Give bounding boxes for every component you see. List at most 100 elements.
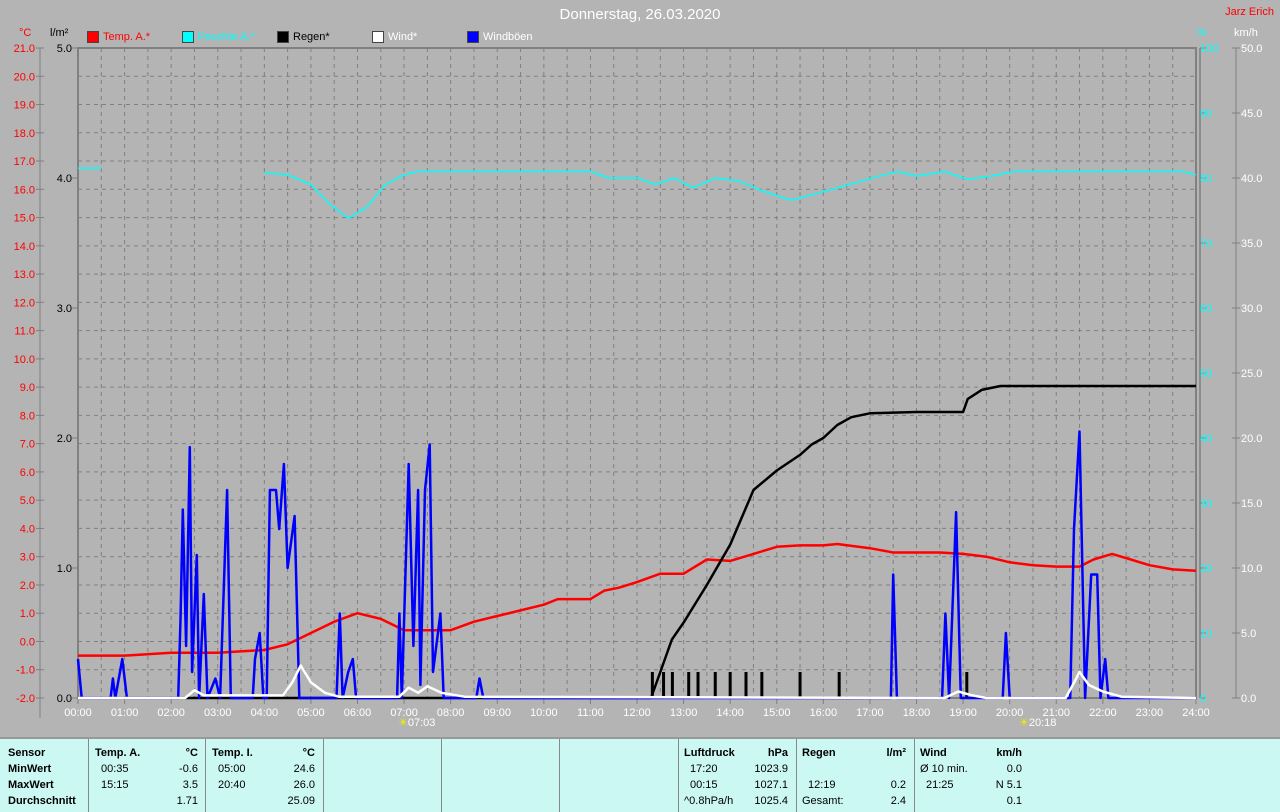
temp-i-min: 24.6: [293, 763, 315, 775]
temp-a-min-time: 00:35: [101, 763, 129, 775]
temp-tick-label: 9.0: [20, 382, 35, 394]
humidity-tick-label: 20: [1200, 563, 1212, 575]
wind-tick-label: 15.0: [1241, 498, 1262, 510]
temp-i-min-time: 05:00: [218, 763, 246, 775]
sunrise-time: 07:03: [407, 717, 436, 729]
row-label-avg: Durchschnitt: [8, 795, 76, 807]
weather-chart: -2.0 -1.0 0.0 1.0 2.0 3.0 4.0 5.0 6.0 7.0 8.0 9.0 10…: [14, 43, 1263, 719]
time-tick-label: 12:00: [623, 707, 651, 719]
time-tick-label: 09:00: [483, 707, 511, 719]
time-tick-label: 01:00: [111, 707, 139, 719]
temp-tick-label: 4.0: [20, 523, 35, 535]
temp-tick-label: 15.0: [14, 213, 35, 225]
rain-max-time: 12:19: [808, 779, 836, 791]
humidity-tick-label: 50: [1200, 368, 1212, 380]
pressure-min: 1023.9: [754, 763, 788, 775]
temp-a-avg: 1.71: [176, 795, 198, 807]
temp-i-unit: °C: [302, 747, 315, 759]
temp-tick-label: 2.0: [20, 580, 35, 592]
wind-tick-label: 45.0: [1241, 108, 1262, 120]
wind-header: Wind: [920, 747, 947, 759]
temp-tick-label: 16.0: [14, 184, 35, 196]
wind-tick-label: 40.0: [1241, 173, 1262, 185]
rain-tick-label: 3.0: [57, 303, 72, 315]
time-tick-label: 05:00: [297, 707, 325, 719]
temp-a-max: 3.5: [182, 779, 198, 791]
temp-tick-label: -1.0: [16, 665, 35, 677]
pressure-min-time: 17:20: [690, 763, 718, 775]
stats-pressure-column: Luftdruck hPa 17:20 1023.9 00:15 1027.1 ^0.…: [684, 739, 790, 812]
sunset-time: 20:18: [1028, 717, 1057, 729]
time-tick-label: 13:00: [670, 707, 698, 719]
temp-tick-label: -2.0: [16, 693, 35, 705]
humidity-tick-label: 80: [1200, 173, 1212, 185]
stats-wind-column: Wind km/h Ø 10 min. 0.0 21:25 N 5.1 0.1: [920, 739, 1026, 812]
pressure-max-time: 00:15: [690, 779, 718, 791]
rain-header: Regen: [802, 747, 836, 759]
row-label-max: MaxWert: [8, 779, 54, 791]
pressure-header: Luftdruck: [684, 747, 735, 759]
rain-tick-label: 4.0: [57, 173, 72, 185]
rain-tick-label: 0.0: [57, 693, 72, 705]
temp-tick-label: 21.0: [14, 43, 35, 55]
stats-table: Sensor MinWert MaxWert Durchschnitt Temp…: [0, 737, 1280, 812]
temp-tick-label: 17.0: [14, 156, 35, 168]
pressure-unit: hPa: [767, 747, 788, 759]
sunset-marker: ☀20:18: [1019, 716, 1056, 729]
temp-tick-label: 0.0: [20, 636, 35, 648]
humidity-tick-label: 60: [1200, 303, 1212, 315]
temp-tick-label: 8.0: [20, 410, 35, 422]
humidity-tick-label: 10: [1200, 628, 1212, 640]
temp-i-max-time: 20:40: [218, 779, 246, 791]
time-tick-label: 22:00: [1089, 707, 1117, 719]
temp-a-min: -0.6: [179, 763, 198, 775]
wind-max-time: 21:25: [926, 779, 954, 791]
temp-a-max-time: 15:15: [101, 779, 129, 791]
wind-mean: 0.1: [1006, 795, 1022, 807]
temp-i-avg: 25.09: [287, 795, 315, 807]
temp-tick-label: 18.0: [14, 128, 35, 140]
time-tick-label: 14:00: [716, 707, 744, 719]
temp-tick-label: 1.0: [20, 608, 35, 620]
stats-temp-a-column: Temp. A. °C 00:35 -0.6 15:15 3.5 1.71: [95, 739, 200, 812]
wind-tick-label: 10.0: [1241, 563, 1262, 575]
time-tick-label: 18:00: [903, 707, 931, 719]
temp-tick-label: 20.0: [14, 71, 35, 83]
time-tick-label: 17:00: [856, 707, 884, 719]
rain-max: 0.2: [890, 779, 906, 791]
time-tick-label: 16:00: [810, 707, 838, 719]
wind-tick-label: 5.0: [1241, 628, 1256, 640]
wind-tick-label: 35.0: [1241, 238, 1262, 250]
stats-rain-column: Regen l/m² 12:19 0.2 Gesamt: 2.4: [802, 739, 908, 812]
wind-tick-label: 25.0: [1241, 368, 1262, 380]
humidity-tick-label: 100: [1200, 43, 1218, 55]
pressure-max: 1027.1: [754, 779, 788, 791]
rain-tick-label: 2.0: [57, 433, 72, 445]
time-tick-label: 11:00: [577, 707, 604, 719]
humidity-tick-label: 30: [1200, 498, 1212, 510]
wind-tick-label: 50.0: [1241, 43, 1262, 55]
temp-i-header: Temp. I.: [212, 747, 253, 759]
temp-tick-label: 7.0: [20, 439, 35, 451]
row-label-min: MinWert: [8, 763, 52, 775]
rain-total-label: Gesamt:: [802, 795, 844, 807]
rain-tick-label: 5.0: [57, 43, 72, 55]
wind-tick-label: 0.0: [1241, 693, 1256, 705]
wind-unit: km/h: [996, 747, 1022, 759]
pressure-avg: 1025.4: [754, 795, 788, 807]
temp-tick-label: 10.0: [14, 354, 35, 366]
humidity-tick-label: 40: [1200, 433, 1212, 445]
sunrise-icon: ☀: [398, 717, 408, 729]
temp-a-header: Temp. A.: [95, 747, 141, 759]
sensor-header: Sensor: [8, 747, 46, 759]
temp-tick-label: 6.0: [20, 467, 35, 479]
wind-max: N 5.1: [995, 779, 1022, 791]
time-tick-label: 23:00: [1136, 707, 1164, 719]
rain-unit: l/m²: [886, 747, 906, 759]
wind-tick-label: 30.0: [1241, 303, 1262, 315]
temp-tick-label: 12.0: [14, 297, 35, 309]
time-tick-label: 00:00: [64, 707, 92, 719]
rain-tick-label: 1.0: [57, 563, 72, 575]
wind-avg: 0.0: [1006, 763, 1022, 775]
temp-tick-label: 5.0: [20, 495, 35, 507]
